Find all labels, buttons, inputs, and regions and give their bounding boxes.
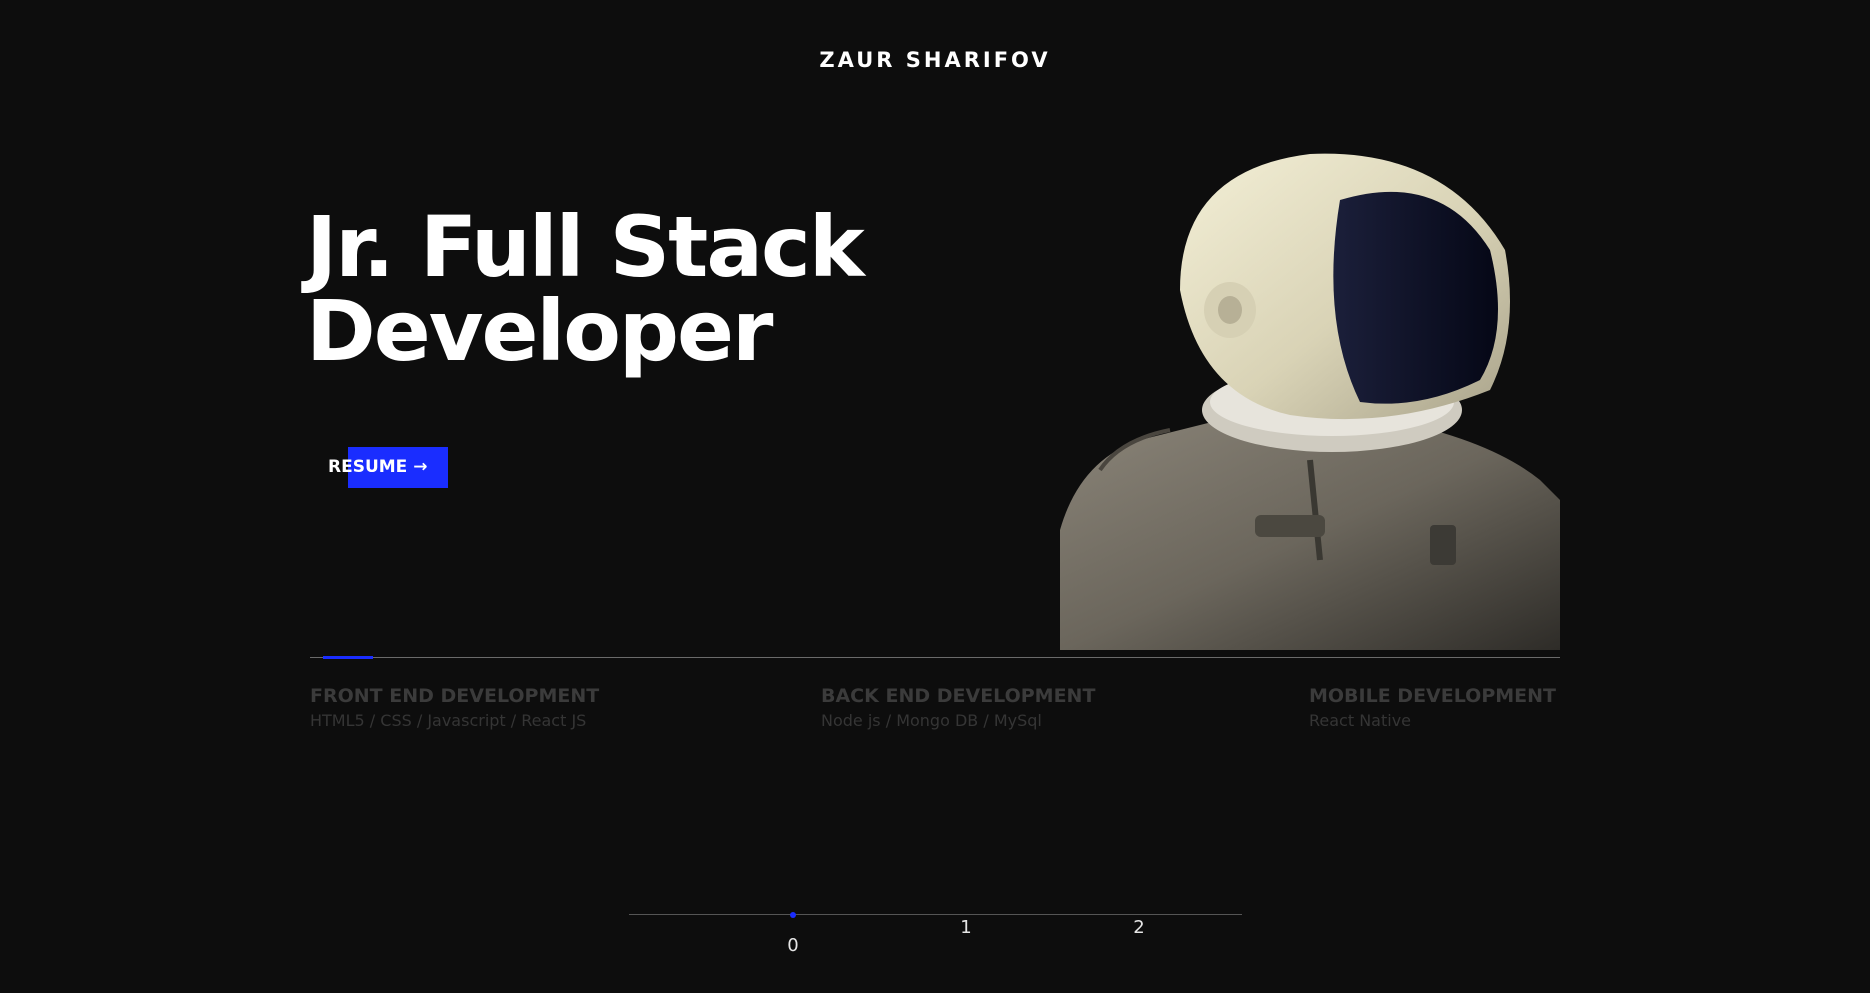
- brand-logo-link[interactable]: ZAUR SHARIFOV: [0, 48, 1870, 72]
- pager-active-dot[interactable]: [790, 912, 796, 918]
- service-title: FRONT END DEVELOPMENT: [310, 685, 600, 707]
- services-divider: [310, 657, 1560, 658]
- services-progress-indicator: [323, 656, 373, 659]
- service-subtitle: Node js / Mongo DB / MySql: [821, 711, 1042, 730]
- service-subtitle: React Native: [1309, 711, 1412, 730]
- service-title: MOBILE DEVELOPMENT: [1309, 685, 1556, 707]
- hero-title: Jr. Full Stack Developer: [306, 198, 865, 380]
- hero-title-line-1: Jr. Full Stack: [306, 198, 865, 296]
- service-title: BACK END DEVELOPMENT: [821, 685, 1096, 707]
- pager-label-2[interactable]: 2: [1124, 917, 1154, 938]
- page: ZAUR SHARIFOV Jr. Full Stack Developer R…: [0, 0, 1870, 993]
- service-front-end: FRONT END DEVELOPMENT HTML5 / CSS / Java…: [310, 683, 599, 733]
- pager-label-0[interactable]: 0: [778, 935, 808, 956]
- service-back-end: BACK END DEVELOPMENT Node js / Mongo DB …: [821, 683, 1095, 733]
- pager-track: [629, 914, 1242, 915]
- resume-button-label: RESUME →: [328, 457, 428, 477]
- service-mobile: MOBILE DEVELOPMENT React Native: [1309, 683, 1556, 733]
- pager-label-1[interactable]: 1: [951, 917, 981, 938]
- resume-button[interactable]: RESUME →: [310, 447, 448, 488]
- hero-title-line-2: Developer: [306, 282, 773, 380]
- service-subtitle: HTML5 / CSS / Javascript / React JS: [310, 711, 587, 730]
- astronaut-image: [1060, 140, 1560, 650]
